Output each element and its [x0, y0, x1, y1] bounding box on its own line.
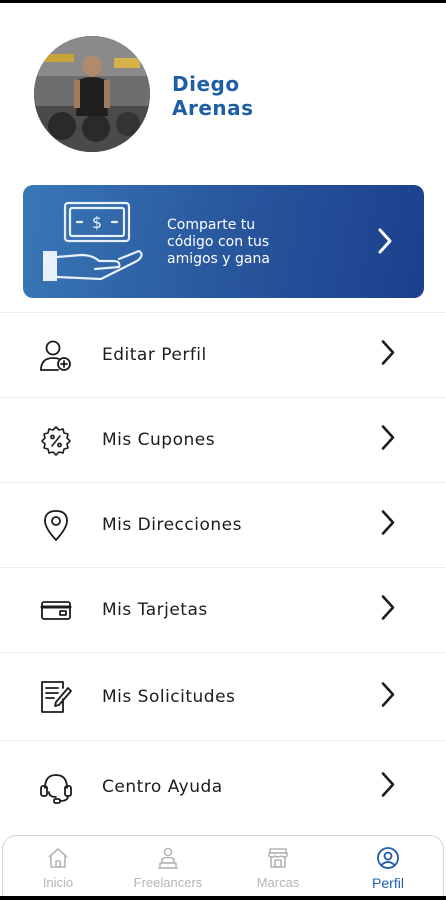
profile-header: Diego Arenas — [0, 0, 446, 170]
chevron-right-icon — [380, 339, 396, 372]
bottom-navigation: Inicio Freelancers Marcas Perfil — [2, 835, 444, 897]
chevron-right-icon — [380, 509, 396, 542]
chevron-right-icon — [380, 594, 396, 627]
coupon-percent-icon — [38, 422, 74, 458]
referral-banner[interactable]: $ Comparte tu código con tus amigos y ga… — [23, 185, 424, 298]
menu-item-mis-cupones[interactable]: Mis Cupones — [0, 397, 446, 482]
store-icon — [266, 846, 290, 875]
menu-item-mis-tarjetas[interactable]: Mis Tarjetas — [0, 567, 446, 652]
menu-item-centro-ayuda[interactable]: Centro Ayuda — [0, 740, 446, 832]
menu-item-label: Mis Direcciones — [102, 515, 242, 535]
menu-item-label: Mis Cupones — [102, 430, 216, 450]
menu-item-editar-perfil[interactable]: Editar Perfil — [0, 312, 446, 397]
referral-text: Comparte tu código con tus amigos y gana — [167, 217, 270, 267]
home-icon — [46, 846, 70, 875]
chevron-right-icon — [380, 680, 396, 713]
system-bar-edge — [0, 896, 446, 900]
menu-item-label: Editar Perfil — [102, 345, 207, 365]
avatar-photo — [34, 36, 150, 152]
headset-icon — [38, 769, 74, 805]
nav-item-perfil[interactable]: Perfil — [333, 836, 443, 897]
menu-item-mis-solicitudes[interactable]: Mis Solicitudes — [0, 652, 446, 740]
user-circle-icon — [376, 846, 400, 875]
menu-item-label: Mis Solicitudes — [102, 686, 236, 707]
profile-menu: Editar Perfil Mis Cupones Mis Direccione… — [0, 312, 446, 832]
location-pin-icon — [38, 507, 74, 543]
menu-item-label: Mis Tarjetas — [102, 600, 208, 620]
menu-item-label: Centro Ayuda — [102, 776, 223, 797]
freelancer-icon — [156, 846, 180, 875]
nav-label: Marcas — [256, 875, 300, 890]
credit-card-icon — [38, 592, 74, 628]
nav-item-freelancers[interactable]: Freelancers — [113, 836, 223, 897]
profile-name: Diego Arenas — [172, 72, 254, 120]
money-hand-icon: $ — [41, 199, 151, 288]
chevron-right-icon — [380, 770, 396, 803]
svg-text:$: $ — [92, 213, 102, 232]
nav-label: Inicio — [42, 875, 74, 890]
nav-item-marcas[interactable]: Marcas — [223, 836, 333, 897]
nav-item-inicio[interactable]: Inicio — [3, 836, 113, 897]
avatar[interactable] — [34, 36, 150, 152]
document-edit-icon — [38, 679, 74, 715]
chevron-right-icon — [380, 424, 396, 457]
nav-label: Perfil — [372, 875, 404, 891]
chevron-right-icon — [377, 227, 393, 260]
menu-item-mis-direcciones[interactable]: Mis Direcciones — [0, 482, 446, 567]
nav-label: Freelancers — [133, 875, 203, 890]
user-edit-icon — [38, 337, 74, 373]
